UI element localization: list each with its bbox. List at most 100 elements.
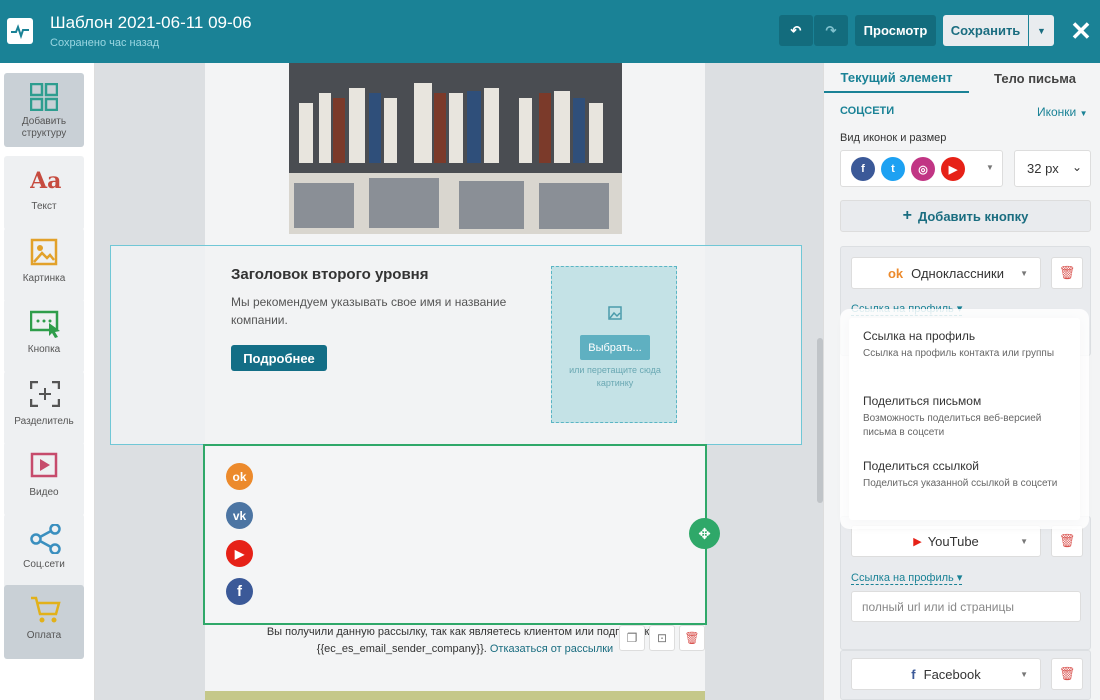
menu-item-title: Поделиться ссылкой [863, 459, 979, 473]
vk-icon[interactable]: vk [226, 502, 253, 529]
tool-label: Разделитель [14, 416, 74, 427]
menu-item-share-link[interactable]: Поделиться ссылкой Поделиться указанной … [863, 459, 1068, 491]
network-select[interactable]: ok Одноклассники ▼ [851, 257, 1041, 289]
redo-button[interactable]: ↷ [814, 15, 848, 46]
unsubscribe-link[interactable]: Отказаться от рассылки [490, 643, 613, 655]
cart-icon [31, 596, 61, 623]
tool-image[interactable]: Картинка [4, 228, 84, 302]
menu-item-title: Поделиться письмом [863, 394, 982, 408]
delete-network-button[interactable]: 🗑 [1051, 257, 1083, 289]
social-block[interactable]: ok vk ▶ f [203, 444, 707, 625]
caret-down-icon: ▼ [1020, 536, 1028, 546]
undo-icon: ↶ [790, 22, 802, 38]
odnoklassniki-icon[interactable]: ok [226, 463, 253, 490]
icons-menu-label: Иконки [1037, 105, 1077, 119]
network-name: Facebook [923, 666, 981, 682]
network-select[interactable]: f Facebook ▼ [851, 658, 1041, 690]
save-block-icon: ⊡ [656, 631, 668, 645]
tab-email-body[interactable]: Тело письма [969, 63, 1100, 93]
tool-text[interactable]: Aa Текст [4, 156, 84, 230]
tab-current-element[interactable]: Текущий элемент [824, 63, 969, 93]
icons-menu[interactable]: Иконки ▼ [1037, 105, 1088, 119]
menu-item-desc: Возможность поделиться веб-версией письм… [863, 413, 1042, 438]
text-image-section[interactable]: Заголовок второго уровня Мы рекомендуем … [110, 245, 802, 445]
image-dropzone[interactable]: Выбрать... или перетащите сюда картинку [551, 266, 677, 423]
drop-hint: или перетащите сюда картинку [569, 365, 661, 388]
menu-item-desc: Ссылка на профиль контакта или группы [863, 348, 1055, 359]
icon-size-select[interactable]: 32 px ⌄ [1014, 150, 1091, 187]
network-select[interactable]: ▶ YouTube ▼ [851, 525, 1041, 557]
menu-item-profile-link[interactable]: Ссылка на профиль Ссылка на профиль конт… [863, 329, 1068, 361]
copy-block-button[interactable]: ❐ [619, 625, 645, 651]
add-button-button[interactable]: + Добавить кнопку [840, 200, 1091, 232]
caret-down-icon: ▼ [1020, 669, 1028, 679]
save-block-button[interactable]: ⊡ [649, 625, 675, 651]
books-photo[interactable] [289, 63, 622, 234]
tool-add-structure[interactable]: Добавить структуру [4, 73, 84, 147]
save-options-button[interactable]: ▼ [1029, 15, 1054, 46]
tool-video[interactable]: Видео [4, 442, 84, 516]
trash-icon: 🗑 [1058, 666, 1076, 681]
icon-size-value: 32 px [1027, 161, 1059, 176]
share-icon [30, 524, 61, 554]
facebook-icon[interactable]: f [226, 578, 253, 605]
video-icon [30, 452, 58, 478]
redo-icon: ↷ [825, 22, 837, 38]
move-handle[interactable]: ✥ [689, 518, 720, 549]
network-name: Одноклассники [911, 265, 1005, 281]
tool-button[interactable]: Кнопка [4, 299, 84, 373]
tool-divider[interactable]: Разделитель [4, 371, 84, 445]
section-heading[interactable]: Заголовок второго уровня [231, 266, 428, 283]
close-button[interactable]: ✕ [1068, 16, 1094, 46]
section-text[interactable]: Мы рекомендуем указывать свое имя и назв… [231, 293, 531, 329]
tool-label: Видео [29, 487, 59, 498]
twitter-icon: t [881, 157, 905, 181]
divider-icon [30, 381, 60, 407]
link-type-dropdown[interactable]: Ссылка на профиль ▾ [851, 571, 963, 585]
youtube-icon: ▶ [941, 157, 965, 181]
tool-label: Текст [31, 201, 57, 212]
blocks-toolbar: Добавить структуру Aa Текст Картинка Кно… [0, 63, 95, 700]
top-bar: Шаблон 2021-06-11 09-06 Сохранено час на… [0, 0, 1100, 63]
youtube-icon[interactable]: ▶ [226, 540, 253, 567]
footer-variable: {{ec_es_email_sender_company}}. [316, 643, 487, 655]
delete-network-button[interactable]: 🗑 [1051, 658, 1083, 690]
delete-network-button[interactable]: 🗑 [1051, 525, 1083, 557]
section-title: СОЦСЕТИ [840, 105, 895, 117]
trash-icon: 🗑 [1058, 265, 1076, 280]
save-button[interactable]: Сохранить [943, 15, 1028, 46]
delete-block-button[interactable]: 🗑 [679, 625, 705, 651]
menu-item-share-email[interactable]: Поделиться письмом Возможность поделитьс… [863, 394, 1068, 440]
link-type-dropdown[interactable]: Ссылка на профиль ▾ [851, 302, 963, 316]
tool-payment[interactable]: Оплата [4, 585, 84, 659]
footer-text: Вы получили данную рассылку, так как явл… [266, 626, 664, 638]
move-icon: ✥ [698, 525, 711, 543]
close-icon: ✕ [1070, 15, 1092, 46]
email-canvas[interactable]: Заголовок второго уровня Мы рекомендуем … [95, 63, 823, 700]
odnoklassniki-icon: ok [887, 265, 904, 281]
icon-style-select[interactable]: f t ◎ ▶ ▼ [840, 150, 1003, 187]
tool-label: Кнопка [27, 344, 61, 355]
facebook-icon: f [851, 157, 875, 181]
tool-label: Соц.сети [23, 559, 65, 570]
text-icon: Aa [30, 168, 61, 194]
link-type-label: Ссылка на профиль [851, 303, 954, 315]
network-block-youtube: ▶ YouTube ▼ 🗑 Ссылка на профиль ▾ полный u… [840, 516, 1091, 650]
undo-button[interactable]: ↶ [779, 15, 813, 46]
profile-url-input[interactable]: полный url или id страницы [851, 591, 1081, 622]
copy-icon: ❐ [626, 631, 638, 645]
instagram-icon: ◎ [911, 157, 935, 181]
more-button[interactable]: Подробнее [231, 345, 327, 371]
menu-item-title: Ссылка на профиль [863, 329, 976, 343]
preview-button[interactable]: Просмотр [855, 15, 936, 46]
image-placeholder-icon [608, 306, 622, 320]
choose-image-button[interactable]: Выбрать... [580, 335, 650, 360]
tool-social[interactable]: Соц.сети [4, 514, 84, 588]
template-title[interactable]: Шаблон 2021-06-11 09-06 [50, 13, 252, 33]
tool-label: Оплата [26, 630, 62, 641]
app-logo-icon[interactable] [7, 18, 33, 44]
youtube-icon: ▶ [913, 535, 922, 548]
tool-label: Добавить структуру [21, 116, 67, 139]
svg-text:Aa: Aa [30, 168, 61, 194]
link-type-menu: Ссылка на профиль Ссылка на профиль конт… [849, 318, 1080, 520]
